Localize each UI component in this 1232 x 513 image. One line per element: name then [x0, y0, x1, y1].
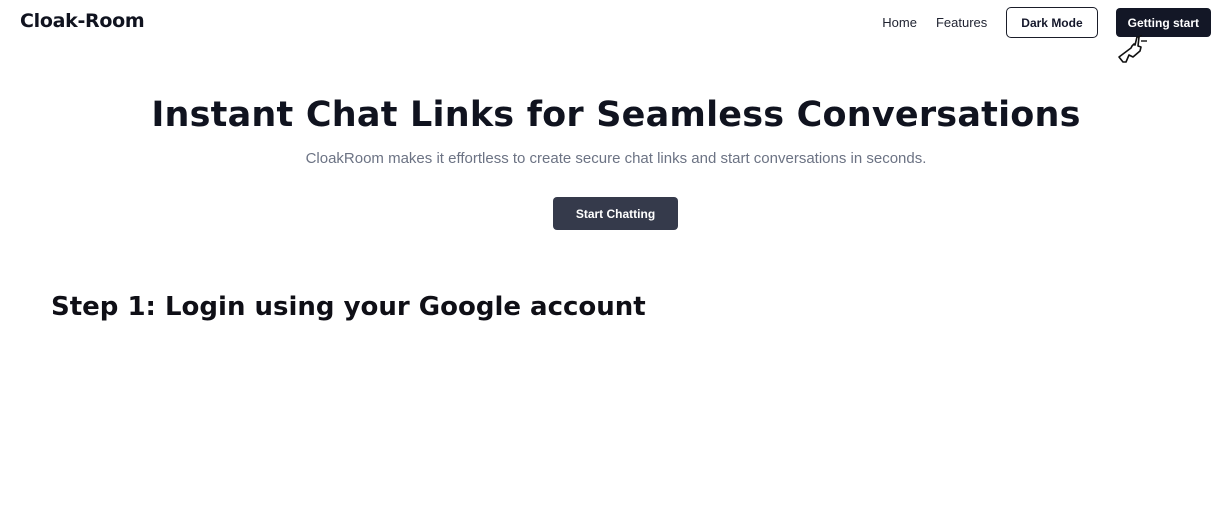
hero-subtitle: CloakRoom makes it effortless to create …	[305, 150, 927, 167]
logo[interactable]: Cloak-Room	[20, 10, 145, 32]
nav-features-link[interactable]: Features	[936, 15, 987, 30]
getting-start-button[interactable]: Getting start	[1115, 8, 1211, 37]
start-chatting-button[interactable]: Start Chatting	[553, 197, 678, 230]
landing-page: Cloak-Room Home Features Dark Mode Getti…	[0, 0, 1232, 513]
nav-home-link[interactable]: Home	[882, 15, 917, 30]
hand-pointer-click-icon	[1118, 35, 1147, 63]
dark-mode-button[interactable]: Dark Mode	[1006, 7, 1098, 38]
hero-title: Instant Chat Links for Seamless Conversa…	[151, 95, 1081, 135]
step-caption: Step 1: Login using your Google account	[51, 292, 646, 322]
top-nav: Home Features Dark Mode Getting start	[882, 7, 1211, 38]
